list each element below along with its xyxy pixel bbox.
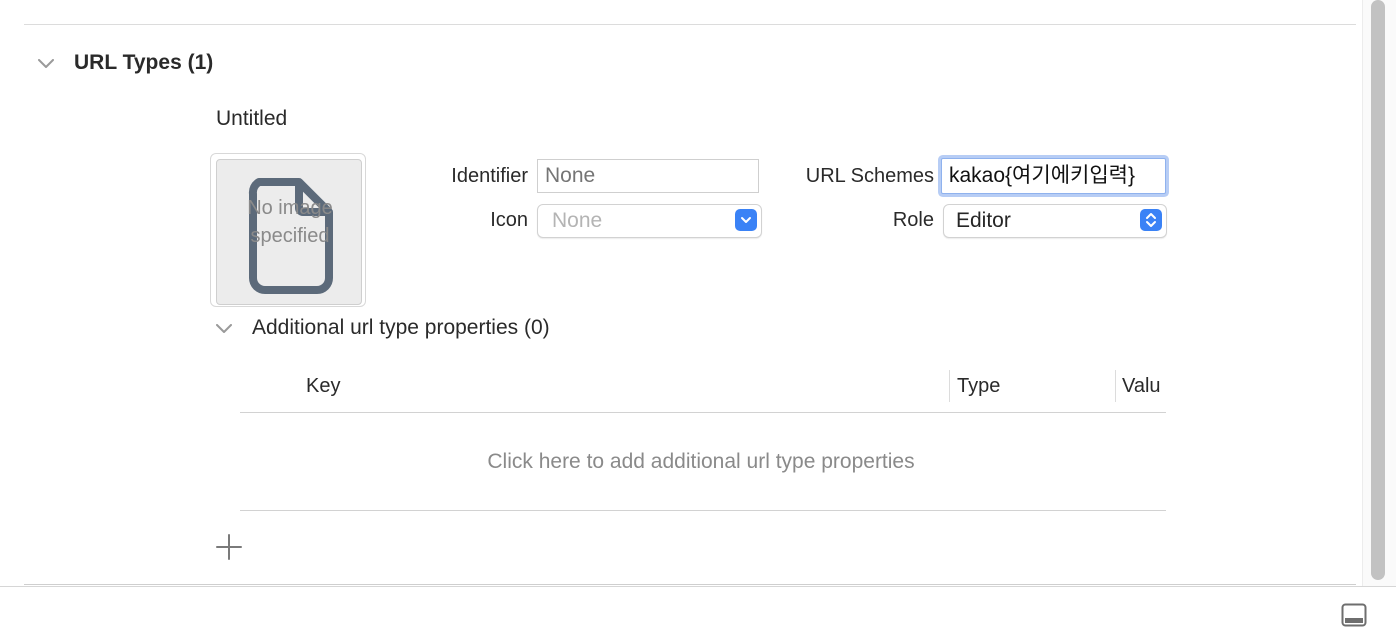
chevron-down-icon [38, 59, 54, 68]
chevron-down-icon [216, 324, 232, 333]
section-title: URL Types (1) [74, 51, 214, 74]
column-divider[interactable] [1115, 370, 1116, 402]
add-url-type-button[interactable] [214, 532, 244, 562]
icon-popup[interactable]: None [537, 204, 762, 238]
column-divider[interactable] [949, 370, 950, 402]
table-header-divider [240, 412, 1166, 413]
plus-icon [216, 534, 242, 560]
identifier-field[interactable] [537, 159, 759, 193]
add-properties-hint[interactable]: Click here to add additional url type pr… [240, 450, 1162, 474]
url-schemes-label: URL Schemes [805, 165, 934, 187]
url-type-name: Untitled [216, 107, 288, 130]
icon-label: Icon [490, 209, 528, 231]
role-popup[interactable]: Editor [943, 204, 1167, 238]
table-bottom-divider [240, 510, 1166, 511]
additional-properties-title: Additional url type properties (0) [252, 316, 550, 339]
vertical-scrollbar-thumb[interactable] [1371, 0, 1385, 580]
updown-arrows-icon [1140, 209, 1162, 231]
no-image-text: No image specified [247, 197, 333, 247]
top-divider [24, 24, 1356, 25]
panel-toggle-button[interactable] [1341, 603, 1367, 627]
role-popup-value: Editor [956, 209, 1011, 232]
bottom-toolbar [0, 586, 1396, 635]
icon-popup-value: None [552, 209, 603, 232]
image-well-placeholder: No image specified [216, 159, 362, 305]
section-disclosure-toggle[interactable] [34, 52, 58, 76]
identifier-label: Identifier [451, 165, 528, 187]
role-label: Role [892, 209, 934, 231]
additional-disclosure-toggle[interactable] [212, 317, 236, 341]
column-header-type[interactable]: Type [957, 375, 1000, 398]
column-header-value[interactable]: Valu [1122, 375, 1166, 398]
section-bottom-divider [24, 584, 1356, 585]
url-schemes-value: kakao{여기에키입력} [949, 164, 1135, 187]
panel-toggle-icon [1341, 603, 1367, 627]
properties-table-header: Key Type Valu [240, 368, 1166, 414]
column-header-key[interactable]: Key [306, 375, 340, 398]
popup-chevron-icon [735, 209, 757, 231]
image-well[interactable]: No image specified [210, 153, 366, 307]
url-schemes-field[interactable]: kakao{여기에키입력} [941, 158, 1166, 194]
